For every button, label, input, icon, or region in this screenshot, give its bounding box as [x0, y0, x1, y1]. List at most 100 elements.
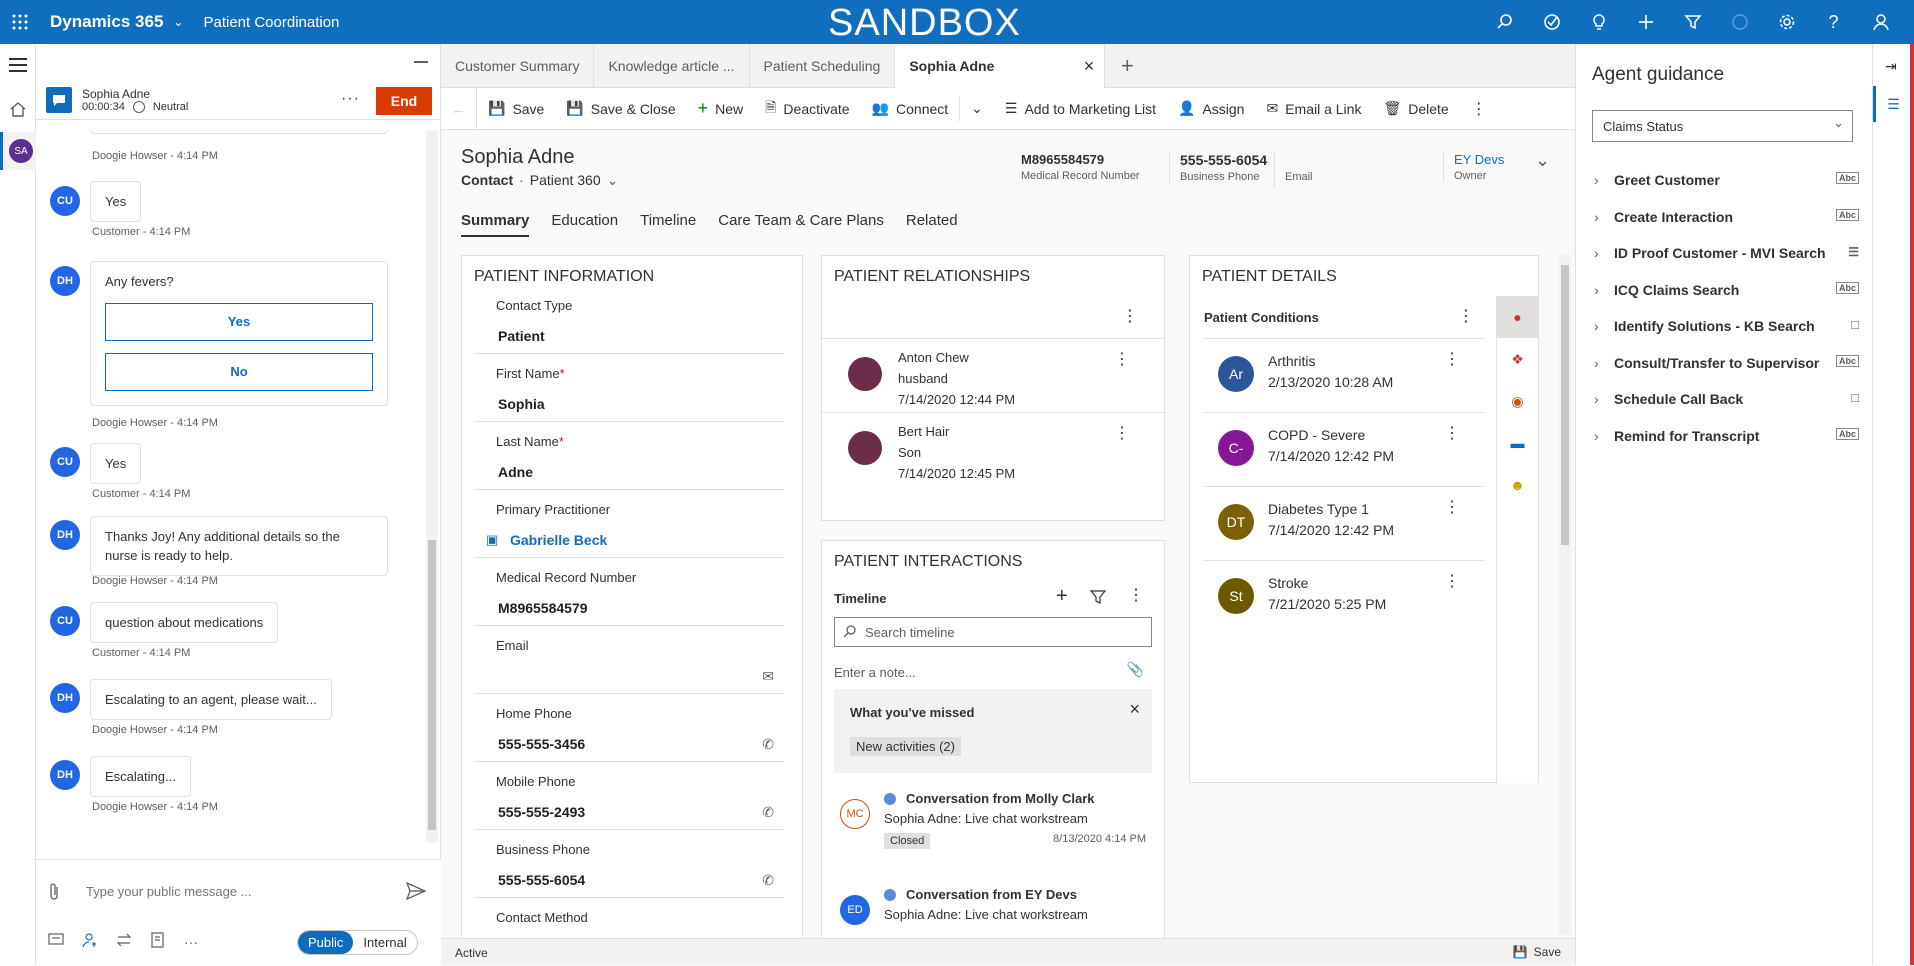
- timeline-item[interactable]: ED Conversation from EY Devs Sophia Adne…: [834, 887, 1154, 937]
- note-input[interactable]: Enter a note...: [834, 665, 916, 680]
- collapse-panel-icon[interactable]: ⇥: [1885, 58, 1897, 75]
- mrn-field[interactable]: Medical Record Number M8965584579: [474, 558, 784, 626]
- conditions-tab-icon[interactable]: ●: [1497, 296, 1538, 338]
- chevron-down-icon[interactable]: ⌄: [173, 15, 183, 29]
- chevron-down-icon[interactable]: ⌄: [607, 172, 619, 189]
- tab-timeline[interactable]: Timeline: [640, 212, 696, 237]
- add-to-marketing-list-button[interactable]: ☰ Add to Marketing List: [994, 88, 1167, 130]
- plus-icon[interactable]: [1622, 13, 1669, 31]
- public-internal-toggle[interactable]: Public Internal: [297, 930, 418, 955]
- more-options-icon[interactable]: ⋮: [1122, 306, 1138, 326]
- tab-summary[interactable]: Summary: [461, 212, 530, 237]
- tab-customer-summary[interactable]: Customer Summary: [441, 44, 595, 88]
- home-phone-field[interactable]: Home Phone 555-555-3456 ✆: [474, 694, 784, 762]
- phone-icon[interactable]: ✆: [762, 804, 774, 821]
- attach-icon[interactable]: [48, 882, 60, 905]
- list-item[interactable]: St Stroke 7/21/2020 5:25 PM ⋮: [1204, 561, 1484, 635]
- list-item[interactable]: Ar Arthritis 2/13/2020 10:28 AM ⋮: [1204, 339, 1484, 413]
- list-item[interactable]: Anton Chew husband 7/14/2020 12:44 PM ⋮: [822, 338, 1164, 412]
- guidance-step[interactable]: › Remind for Transcript Abc: [1594, 418, 1859, 454]
- filter-icon[interactable]: [1089, 589, 1107, 608]
- notes-icon[interactable]: [150, 932, 166, 951]
- business-phone-field[interactable]: Business Phone 555-555-6054 ✆: [474, 830, 784, 898]
- transfer-icon[interactable]: [116, 932, 132, 951]
- practitioner-link[interactable]: Gabrielle Beck: [510, 532, 607, 548]
- expand-header-chevron-icon[interactable]: ⌄: [1535, 150, 1550, 171]
- chat-scrollbar[interactable]: [426, 130, 438, 842]
- phone-icon[interactable]: ✆: [762, 736, 774, 753]
- end-conversation-button[interactable]: End: [376, 87, 432, 115]
- guidance-step[interactable]: › ICQ Claims Search Abc: [1594, 272, 1859, 308]
- app-name[interactable]: Dynamics 365: [50, 12, 163, 32]
- quick-replies-icon[interactable]: [48, 932, 64, 951]
- overflow-more-icon[interactable]: ⋮: [1460, 88, 1498, 130]
- status-save-button[interactable]: 💾 Save: [1513, 945, 1561, 959]
- question-icon[interactable]: ?: [1810, 12, 1857, 33]
- lightbulb-icon[interactable]: [1575, 13, 1622, 31]
- allergies-tab-icon[interactable]: ◉: [1497, 380, 1538, 422]
- more-options-icon[interactable]: ⋮: [1458, 306, 1474, 326]
- tab-knowledge-article[interactable]: Knowledge article ...: [594, 44, 750, 88]
- tab-sophia-adne[interactable]: Sophia Adne ×: [895, 44, 1106, 88]
- more-options-icon[interactable]: ⋮: [1114, 349, 1130, 369]
- procedures-tab-icon[interactable]: ▬: [1497, 422, 1538, 464]
- email-a-link-button[interactable]: ✉ Email a Link: [1255, 88, 1372, 130]
- home-icon[interactable]: [9, 100, 27, 121]
- primary-practitioner-field[interactable]: Primary Practitioner ▣ Gabrielle Beck: [474, 490, 784, 558]
- header-owner[interactable]: EY Devs: [1454, 152, 1504, 167]
- add-activity-plus-icon[interactable]: +: [1056, 585, 1068, 608]
- more-options-icon[interactable]: ⋮: [1444, 497, 1460, 517]
- more-icon[interactable]: ···: [184, 934, 198, 950]
- tab-related[interactable]: Related: [906, 212, 958, 237]
- paperclip-icon[interactable]: 📎: [1127, 661, 1144, 678]
- guidance-step[interactable]: › Consult/Transfer to Supervisor Abc: [1594, 345, 1859, 381]
- phone-icon[interactable]: ✆: [762, 872, 774, 889]
- guidance-step[interactable]: › Identify Solutions - KB Search □: [1594, 308, 1859, 344]
- public-toggle[interactable]: Public: [298, 931, 354, 954]
- internal-toggle[interactable]: Internal: [353, 931, 416, 954]
- more-options-icon[interactable]: ⋮: [1444, 423, 1460, 443]
- search-timeline-input[interactable]: Search timeline: [834, 617, 1152, 647]
- envelope-icon[interactable]: ✉: [762, 668, 774, 685]
- contact-type-field[interactable]: Contact Type Patient: [474, 286, 784, 354]
- more-options-icon[interactable]: ⋮: [1114, 423, 1130, 443]
- more-options-icon[interactable]: ⋮: [1128, 585, 1144, 605]
- minimize-icon[interactable]: [414, 61, 428, 63]
- connect-dropdown[interactable]: ⌄: [959, 96, 994, 121]
- message-input[interactable]: [86, 878, 386, 904]
- send-icon[interactable]: [405, 881, 427, 903]
- tab-care-team[interactable]: Care Team & Care Plans: [718, 212, 884, 237]
- timeline-item[interactable]: MC Conversation from Molly Clark Sophia …: [834, 791, 1154, 861]
- connect-button[interactable]: 👥 Connect: [861, 88, 960, 130]
- form-selector[interactable]: Patient 360: [530, 172, 601, 189]
- deactivate-button[interactable]: 🗎 Deactivate: [754, 88, 860, 130]
- email-field[interactable]: Email ✉: [474, 626, 784, 694]
- first-name-field[interactable]: First Name* Sophia: [474, 354, 784, 422]
- last-name-field[interactable]: Last Name* Adne: [474, 422, 784, 490]
- person-icon[interactable]: [1857, 13, 1904, 31]
- new-tab-plus-icon[interactable]: +: [1105, 44, 1149, 88]
- consult-icon[interactable]: [82, 932, 98, 951]
- app-launcher-icon[interactable]: [0, 0, 36, 44]
- more-options-icon[interactable]: ⋮: [1444, 349, 1460, 369]
- more-options-icon[interactable]: ···: [341, 90, 360, 108]
- search-icon[interactable]: [1481, 13, 1528, 31]
- more-options-icon[interactable]: ⋮: [1444, 571, 1460, 591]
- close-icon[interactable]: ×: [1084, 44, 1095, 88]
- no-option-button[interactable]: No: [105, 353, 373, 391]
- new-button[interactable]: + New: [687, 88, 755, 130]
- delete-button[interactable]: 🗑 Delete: [1372, 88, 1459, 130]
- help-circle-icon[interactable]: [1716, 13, 1763, 31]
- script-selector[interactable]: Claims Status ⌄: [1592, 110, 1853, 142]
- close-icon[interactable]: ×: [1129, 699, 1140, 720]
- mobile-phone-field[interactable]: Mobile Phone 555-555-2493 ✆: [474, 762, 784, 830]
- hamburger-icon[interactable]: [9, 58, 27, 72]
- guidance-step[interactable]: › Create Interaction Abc: [1594, 199, 1859, 235]
- guidance-step[interactable]: › ID Proof Customer - MVI Search ☰: [1594, 235, 1859, 271]
- list-item[interactable]: DT Diabetes Type 1 7/14/2020 12:42 PM ⋮: [1204, 487, 1484, 561]
- save-and-close-button[interactable]: 💾 Save & Close: [555, 88, 686, 130]
- tab-patient-scheduling[interactable]: Patient Scheduling: [750, 44, 896, 88]
- new-activities-badge[interactable]: New activities (2): [850, 737, 961, 756]
- form-scrollbar[interactable]: [1559, 255, 1571, 935]
- assign-button[interactable]: 👤 Assign: [1167, 88, 1255, 130]
